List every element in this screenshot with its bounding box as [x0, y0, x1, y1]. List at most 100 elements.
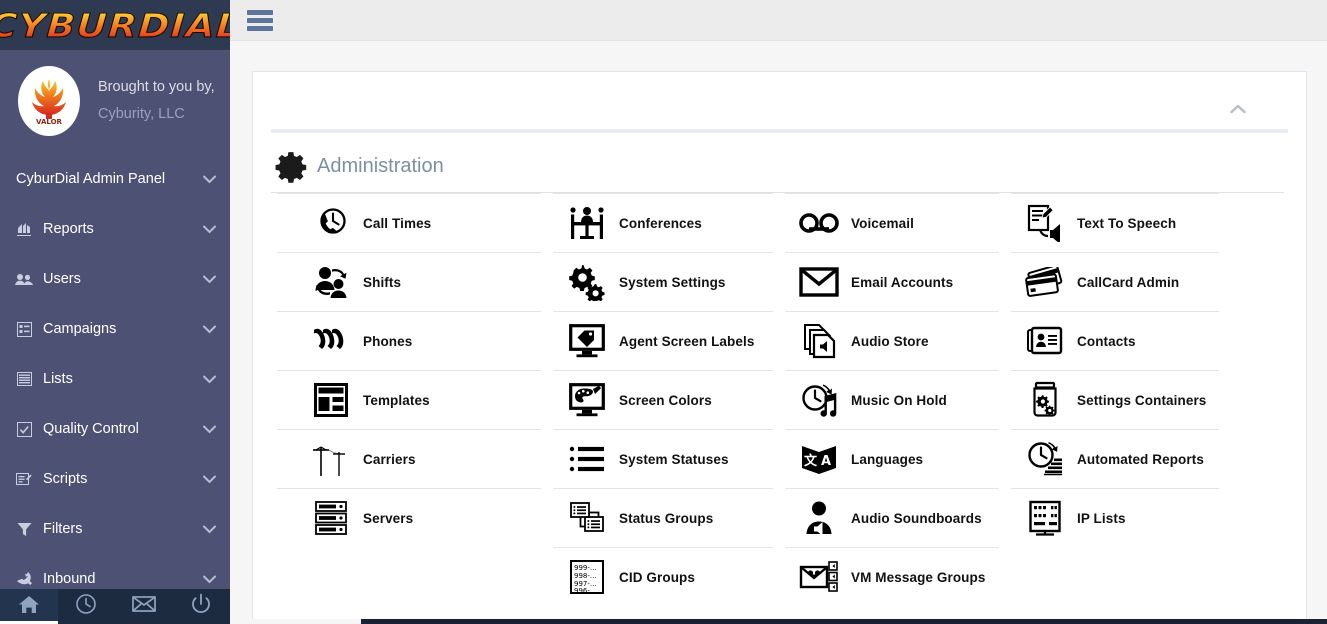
monitor-tag-icon	[555, 324, 619, 358]
sidebar-item-label: Users	[43, 271, 81, 288]
bullet-list-icon	[555, 445, 619, 473]
tile-system-statuses[interactable]: System Statuses	[553, 429, 773, 488]
footer-power-button[interactable]	[173, 589, 231, 624]
voicemail-tape-icon	[787, 211, 851, 235]
envelope-icon	[787, 267, 851, 297]
tile-agent-screen-labels[interactable]: Agent Screen Labels	[553, 311, 773, 370]
tile-languages[interactable]: 文 A Languages	[785, 429, 999, 488]
tile-email-accounts[interactable]: Email Accounts	[785, 252, 999, 311]
sidebar-item-lists[interactable]: Lists	[0, 354, 230, 404]
cid-number-list-icon: 999-... 998-... 997-... 996-...	[555, 559, 619, 595]
admin-column-3: Voicemail Email Accounts Audio Store Mus…	[779, 193, 1005, 606]
tile-vm-message-groups[interactable]: VM Message Groups	[785, 547, 999, 606]
tile-label: Carriers	[363, 451, 416, 467]
brand-text: Brought to you by, Cyburity, LLC	[98, 74, 215, 129]
tile-music-on-hold[interactable]: Music On Hold	[785, 370, 999, 429]
sidebar-item-admin-panel[interactable]: CyburDial Admin Panel	[0, 154, 230, 204]
person-speaker-icon	[787, 500, 851, 536]
chevron-down-icon	[203, 222, 216, 237]
chevron-up-icon[interactable]	[1230, 102, 1246, 117]
tile-label: Agent Screen Labels	[619, 333, 755, 349]
checkbox-icon	[14, 421, 34, 437]
envelope-speakers-icon	[787, 559, 851, 595]
clock-music-note-icon	[787, 382, 851, 418]
tile-label: Conferences	[619, 215, 702, 231]
phones-icon	[299, 323, 363, 359]
chevron-down-icon	[203, 372, 216, 387]
tile-label: IP Lists	[1077, 510, 1126, 526]
tile-conferences[interactable]: Conferences	[553, 193, 773, 252]
main-area: Administration Call Times Shifts Phones …	[230, 0, 1327, 624]
sidebar-item-label: Quality Control	[43, 421, 139, 438]
tile-audio-soundboards[interactable]: Audio Soundboards	[785, 488, 999, 547]
brand-block: VALOR Brought to you by, Cyburity, LLC	[0, 50, 230, 150]
audio-files-stack-icon	[787, 322, 851, 360]
sidebar-item-inbound[interactable]: Inbound	[0, 554, 230, 589]
tile-label: Email Accounts	[851, 274, 954, 290]
tile-cid-groups[interactable]: 999-... 998-... 997-... 996-... CID Grou…	[553, 547, 773, 606]
tile-label: System Settings	[619, 274, 726, 290]
sidebar-item-quality-control[interactable]: Quality Control	[0, 404, 230, 454]
sidebar-item-label: Lists	[43, 371, 73, 388]
page-title: Administration	[317, 154, 444, 177]
svg-text:998-...: 998-...	[574, 572, 597, 580]
tile-label: Text To Speech	[1077, 215, 1177, 231]
chevron-down-icon	[203, 272, 216, 287]
hamburger-menu-icon[interactable]	[247, 9, 273, 31]
template-layout-icon	[299, 383, 363, 417]
tile-automated-reports[interactable]: Automated Reports	[1011, 429, 1219, 488]
svg-text:文: 文	[804, 453, 818, 469]
admin-panel-card: Administration Call Times Shifts Phones …	[252, 71, 1307, 624]
administration-header: Administration	[253, 133, 1306, 185]
horizontal-scrollbar[interactable]	[230, 619, 1327, 624]
tile-voicemail[interactable]: Voicemail	[785, 193, 999, 252]
gear-icon	[271, 147, 311, 185]
tile-contacts[interactable]: Contacts	[1011, 311, 1219, 370]
tile-ip-lists[interactable]: IP Lists	[1011, 488, 1219, 547]
footer-home-button[interactable]	[0, 589, 58, 624]
script-edit-icon	[14, 471, 34, 487]
application-root: CYBURDIAL VALOR Brought to you by, Cybur…	[0, 0, 1327, 624]
chevron-down-icon	[203, 322, 216, 337]
svg-text:999-...: 999-...	[574, 564, 597, 572]
tile-audio-store[interactable]: Audio Store	[785, 311, 999, 370]
sidebar-footer	[0, 589, 230, 624]
tile-shifts[interactable]: Shifts	[277, 252, 541, 311]
tile-label: Audio Store	[851, 333, 929, 349]
lists-icon	[14, 371, 34, 387]
jar-gears-icon	[1013, 381, 1077, 419]
tile-system-settings[interactable]: System Settings	[553, 252, 773, 311]
footer-mail-button[interactable]	[115, 589, 173, 624]
note-speaker-icon	[1013, 204, 1077, 242]
tile-templates[interactable]: Templates	[277, 370, 541, 429]
inbound-call-icon	[14, 571, 34, 587]
sidebar-item-reports[interactable]: Reports	[0, 204, 230, 254]
conference-table-icon	[555, 205, 619, 241]
tile-text-to-speech[interactable]: Text To Speech	[1011, 193, 1219, 252]
tile-label: CallCard Admin	[1077, 274, 1180, 290]
tile-screen-colors[interactable]: Screen Colors	[553, 370, 773, 429]
sidebar-item-scripts[interactable]: Scripts	[0, 454, 230, 504]
content-wrapper: Administration Call Times Shifts Phones …	[230, 41, 1327, 624]
funnel-icon	[14, 521, 34, 537]
tile-settings-containers[interactable]: Settings Containers	[1011, 370, 1219, 429]
sidebar-item-filters[interactable]: Filters	[0, 504, 230, 554]
sidebar: CYBURDIAL VALOR Brought to you by, Cybur…	[0, 0, 230, 624]
chevron-down-icon	[203, 472, 216, 487]
tile-carriers[interactable]: Carriers	[277, 429, 541, 488]
app-logo[interactable]: CYBURDIAL	[0, 0, 230, 51]
shift-users-icon	[299, 264, 363, 300]
tile-phones[interactable]: Phones	[277, 311, 541, 370]
tile-callcard-admin[interactable]: CallCard Admin	[1011, 252, 1219, 311]
monitor-palette-icon	[555, 383, 619, 417]
footer-clock-button[interactable]	[58, 589, 116, 624]
phoenix-logo-icon: VALOR	[18, 66, 80, 137]
sidebar-item-campaigns[interactable]: Campaigns	[0, 304, 230, 354]
language-translate-icon: 文 A	[787, 443, 851, 475]
sidebar-item-users[interactable]: Users	[0, 254, 230, 304]
credit-cards-icon	[1013, 267, 1077, 297]
tile-call-times[interactable]: Call Times	[277, 193, 541, 252]
chevron-down-icon	[203, 572, 216, 587]
tile-servers[interactable]: Servers	[277, 488, 541, 547]
tile-status-groups[interactable]: Status Groups	[553, 488, 773, 547]
